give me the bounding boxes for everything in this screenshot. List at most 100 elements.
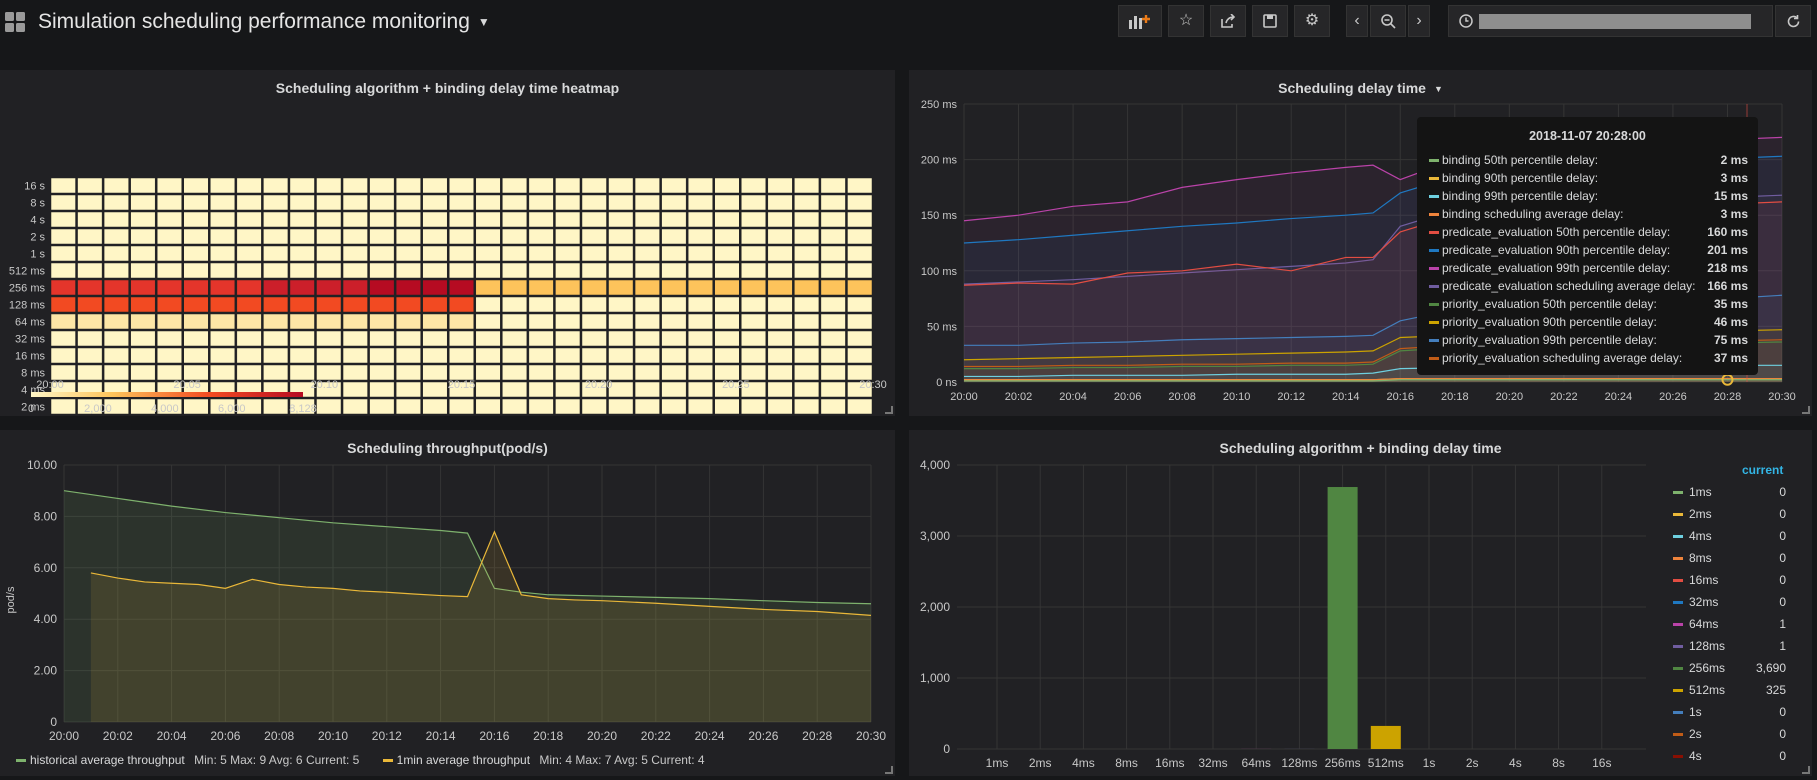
tooltip-row: priority_evaluation 90th percentile dela…: [1417, 313, 1758, 331]
tooltip-swatch: [1429, 249, 1439, 252]
bar-legend-item[interactable]: 512ms 325: [1665, 681, 1790, 703]
heatmap-y-tick: 256 ms: [9, 283, 46, 295]
legend-label: 64ms: [1689, 617, 1719, 631]
tooltip-row: priority_evaluation 99th percentile dela…: [1417, 331, 1758, 349]
tooltip-swatch: [1429, 231, 1439, 234]
heatmap-cell: [767, 296, 793, 313]
heatmap-cell: [714, 245, 740, 262]
bar-legend-item[interactable]: 4s 0: [1665, 747, 1790, 769]
heatmap-cell: [820, 330, 846, 347]
heatmap-cell: [395, 381, 421, 398]
tooltip-row: binding scheduling average delay: 3 ms: [1417, 205, 1758, 223]
heatmap-cell: [236, 330, 262, 347]
legend-header-current[interactable]: current: [1742, 463, 1783, 477]
heatmap-cell: [847, 245, 873, 262]
heatmap-cell: [634, 211, 660, 228]
heatmap-cell: [555, 279, 581, 296]
heatmap-cell: [714, 296, 740, 313]
heatmap-cell: [130, 347, 156, 364]
delay-y-tick: 50 ms: [927, 321, 957, 333]
heatmap-cell: [528, 194, 554, 211]
save-button[interactable]: [1252, 5, 1288, 37]
resize-handle[interactable]: [1802, 766, 1810, 774]
dashboard-title[interactable]: Simulation scheduling performance monito…: [38, 10, 490, 34]
heatmap-cell: [767, 211, 793, 228]
heatmap-cell: [210, 211, 236, 228]
bar-legend-item[interactable]: 64ms 1: [1665, 615, 1790, 637]
heatmap-cell: [502, 347, 528, 364]
heatmap-cell: [767, 381, 793, 398]
heatmap-cell: [475, 211, 501, 228]
heatmap-cell: [820, 381, 846, 398]
legend-swatch: [382, 759, 393, 763]
bar-legend-item[interactable]: 1ms 0: [1665, 483, 1790, 505]
bar-legend-item[interactable]: 1s 0: [1665, 703, 1790, 725]
heatmap-cell: [794, 211, 820, 228]
heatmap-cell: [156, 296, 182, 313]
heatmap-cell: [528, 262, 554, 279]
heatmap-cell: [634, 296, 660, 313]
heatmap-cell: [528, 381, 554, 398]
heatmap-cell: [289, 313, 315, 330]
tooltip-swatch: [1429, 177, 1439, 180]
heatmap-cell: [528, 211, 554, 228]
heatmap-cell: [448, 245, 475, 262]
heatmap-cell: [714, 262, 740, 279]
heatmap-cell: [528, 347, 554, 364]
heatmap-cell: [77, 211, 103, 228]
bar-legend-item[interactable]: 256ms 3,690: [1665, 659, 1790, 681]
refresh-button[interactable]: [1775, 5, 1811, 37]
settings-button[interactable]: ⚙: [1294, 5, 1330, 37]
heatmap-cell: [687, 296, 713, 313]
heatmap-cell: [50, 364, 76, 381]
legend-label: 32ms: [1689, 595, 1719, 609]
heatmap-cell: [422, 296, 448, 313]
tooltip-row: binding 99th percentile delay: 15 ms: [1417, 187, 1758, 205]
bar-legend-item[interactable]: 8ms 0: [1665, 549, 1790, 571]
throughput-x-tick: 20:16: [479, 729, 509, 743]
heatmap-cell: [581, 245, 607, 262]
heatmap-cell: [395, 245, 421, 262]
bar-legend-item[interactable]: 2ms 0: [1665, 505, 1790, 527]
heatmap-cell: [555, 228, 581, 245]
heatmap-cell: [342, 347, 368, 364]
heatmap-x-tick: 20:05: [173, 379, 201, 391]
heatmap-cell: [820, 347, 846, 364]
heatmap-cell: [183, 398, 209, 415]
delay-x-tick: 20:02: [1005, 391, 1033, 403]
legend-value: 0: [1779, 485, 1786, 499]
heatmap-cell: [714, 194, 740, 211]
tooltip-series-name: priority_evaluation 90th percentile dela…: [1442, 315, 1657, 329]
time-back-button[interactable]: ‹: [1346, 5, 1368, 37]
heatmap-cell: [767, 330, 793, 347]
legend-item-historical[interactable]: historical average throughput Min: 5 Max…: [16, 753, 365, 767]
tooltip-swatch: [1429, 267, 1439, 270]
bar-legend-item[interactable]: 2s 0: [1665, 725, 1790, 747]
bar-legend-item[interactable]: 32ms 0: [1665, 593, 1790, 615]
heatmap-scale-label: 4,000: [151, 403, 179, 415]
heatmap-cell: [634, 262, 660, 279]
share-button[interactable]: [1210, 5, 1246, 37]
heatmap-cell: [820, 296, 846, 313]
heatmap-cell: [661, 398, 687, 415]
heatmap-cell: [714, 177, 740, 194]
legend-item-1min[interactable]: 1min average throughput Min: 4 Max: 7 Av…: [382, 753, 711, 767]
bar-legend-item[interactable]: 128ms 1: [1665, 637, 1790, 659]
zoom-out-button[interactable]: [1370, 5, 1406, 37]
heatmap-cell: [316, 262, 342, 279]
bar-legend-item[interactable]: 4ms 0: [1665, 527, 1790, 549]
heatmap-cell: [369, 194, 395, 211]
time-range-picker[interactable]: [1448, 5, 1773, 37]
legend-label: 1s: [1689, 705, 1702, 719]
bar-legend-item[interactable]: 16ms 0: [1665, 571, 1790, 593]
heatmap-cell: [236, 262, 262, 279]
heatmap-cell: [661, 279, 687, 296]
time-forward-button[interactable]: ›: [1408, 5, 1430, 37]
heatmap-cell: [210, 228, 236, 245]
legend-value: 0: [1779, 551, 1786, 565]
add-panel-button[interactable]: [1118, 5, 1162, 37]
dashboard-grid-icon[interactable]: [5, 12, 26, 33]
heatmap-cell: [502, 398, 528, 415]
heatmap-cell: [741, 194, 767, 211]
star-button[interactable]: ☆: [1168, 5, 1204, 37]
